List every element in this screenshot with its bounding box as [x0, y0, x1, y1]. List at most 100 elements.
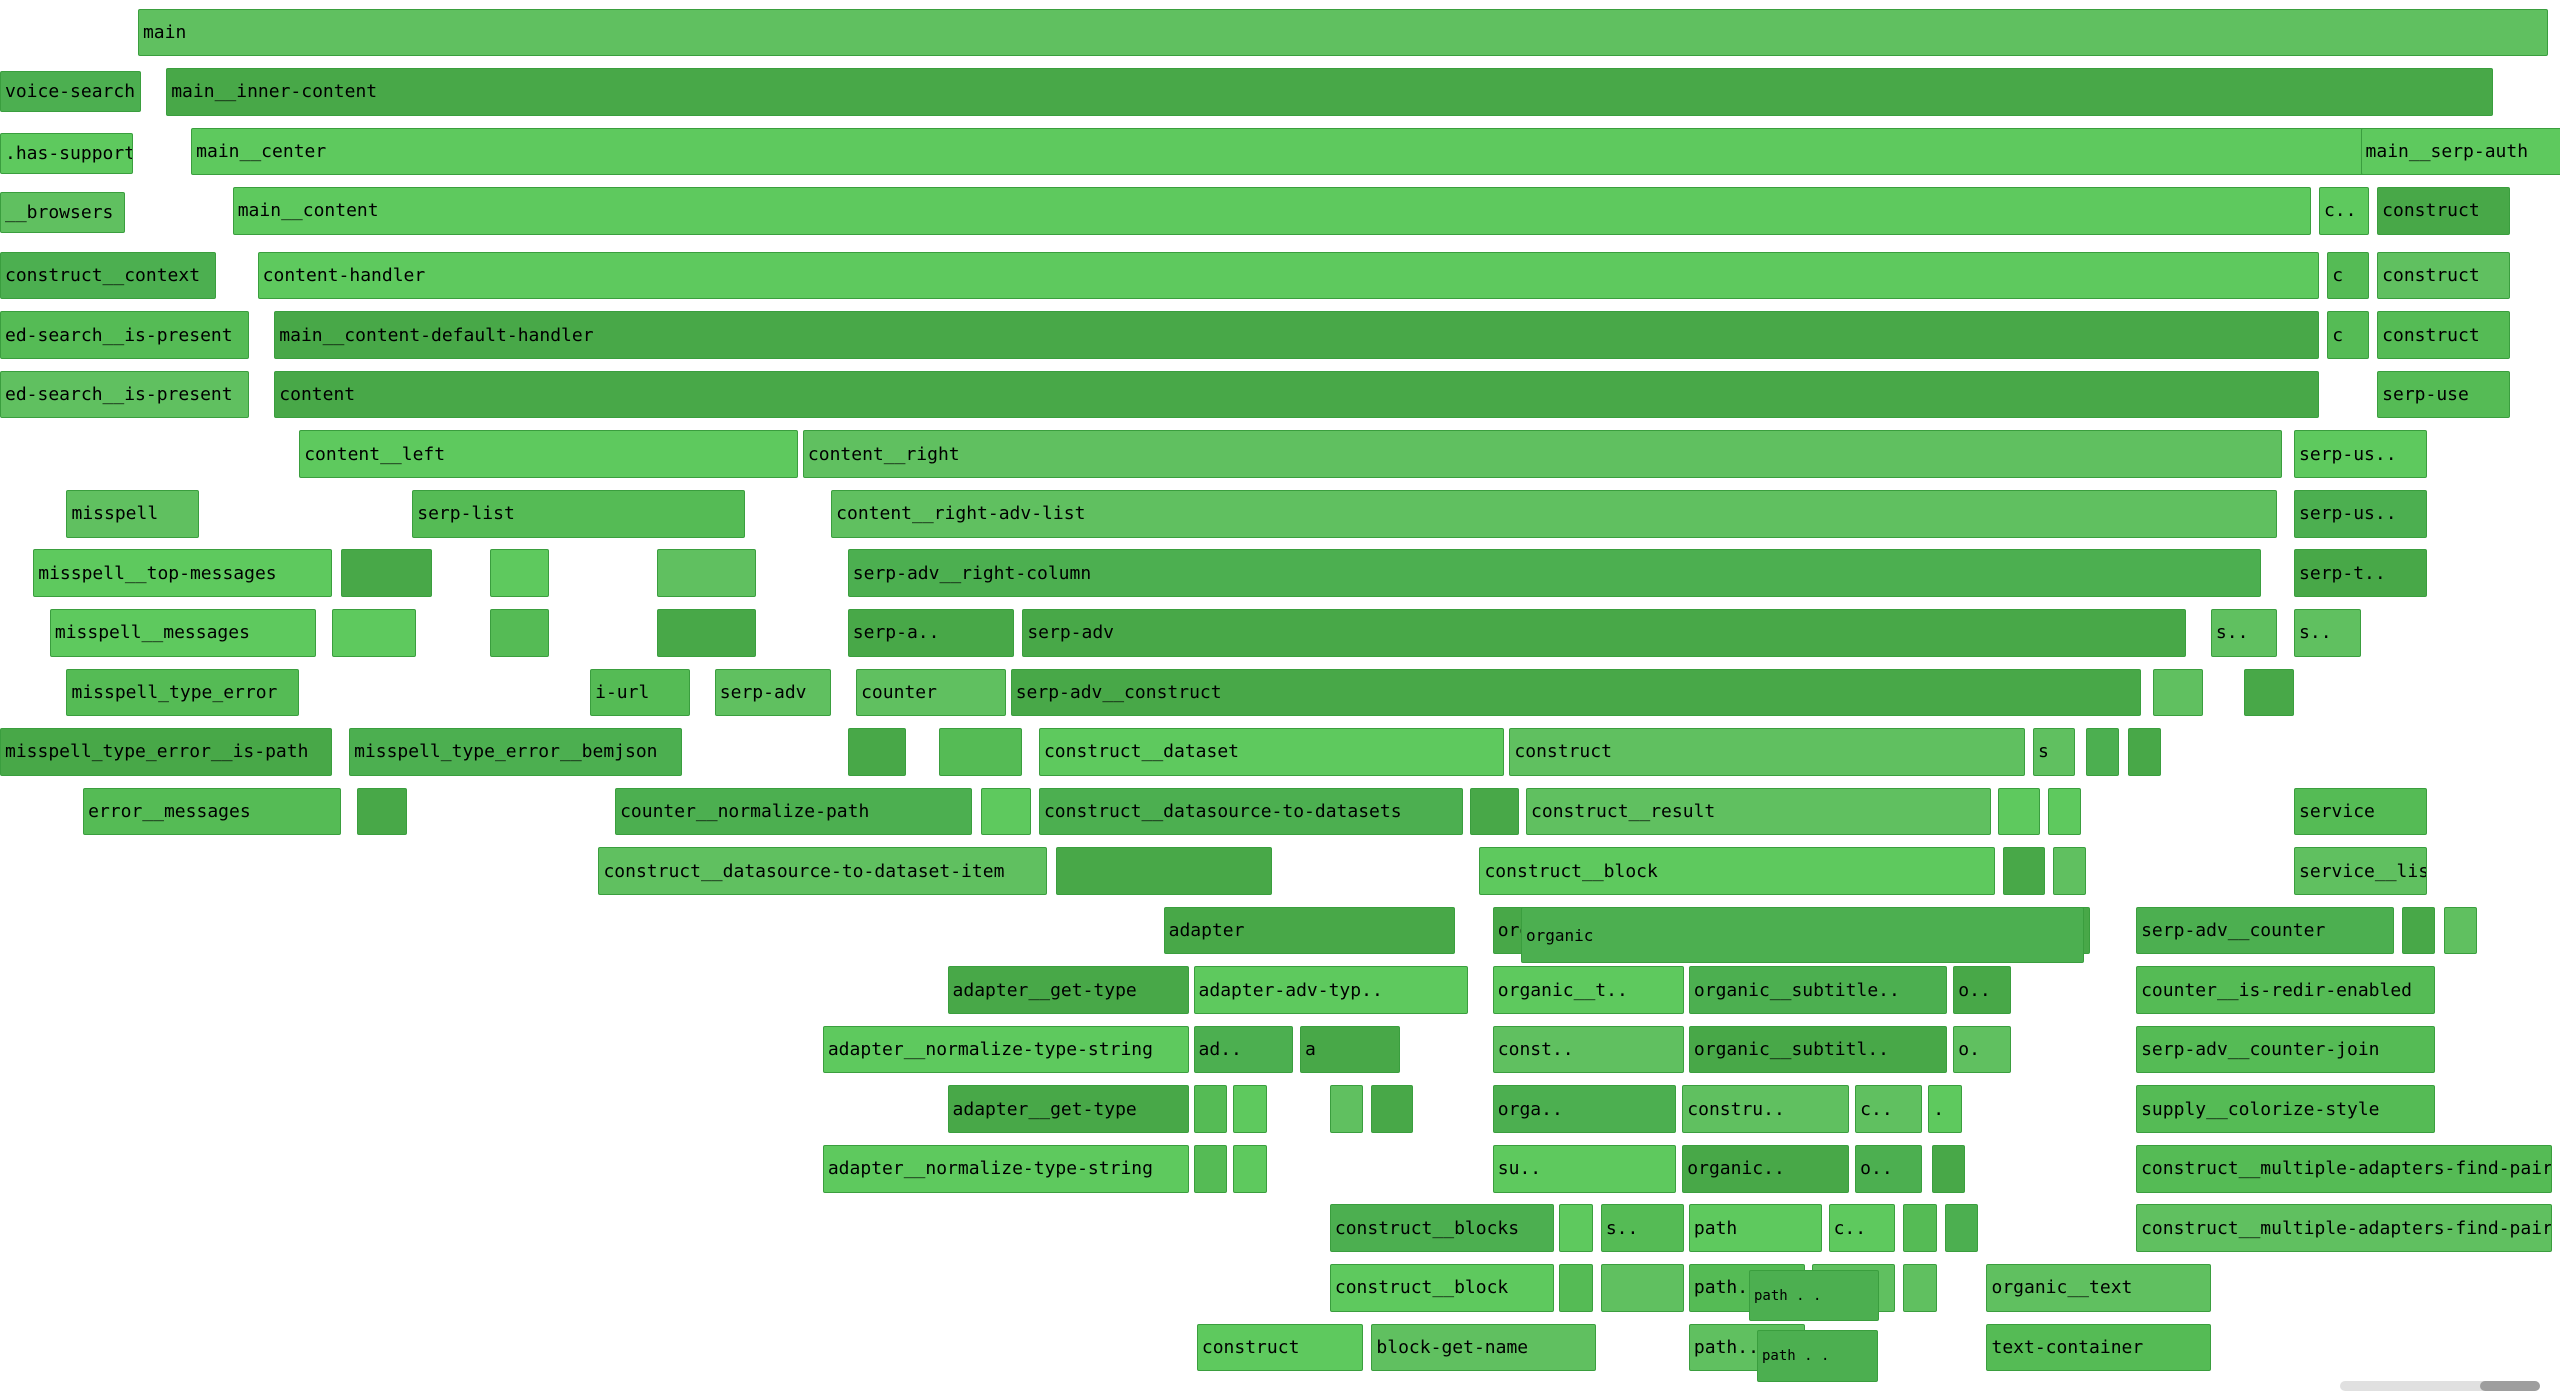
- tree-node-serp_use1: serp-use: [2377, 371, 2510, 419]
- tree-node-construct_datasource_item: construct__datasource-to-dataset-item: [598, 847, 1047, 895]
- tree-node-small_cn1: [981, 788, 1031, 836]
- tree-node-ed_search_is_present1: ed-search__is-present: [0, 311, 249, 359]
- tree-node-adapter_get_type1: adapter__get-type: [948, 966, 1189, 1014]
- tree-node-block_get_name: block-get-name: [1371, 1324, 1595, 1372]
- tree-node-constru_label: constru..: [1682, 1085, 1848, 1133]
- tree-node-has_support: .has-support: [0, 133, 133, 174]
- tree-node-c_label3: c: [2327, 311, 2369, 359]
- tree-node-service_list: service__list: [2294, 847, 2427, 895]
- tree-node-serp_adv_construct: serp-adv__construct: [1011, 669, 2141, 717]
- tree-node-counter: counter: [856, 669, 1006, 717]
- tree-node-supply_colorize: supply__colorize-style: [2136, 1085, 2435, 1133]
- tree-node-small_ag4: [1371, 1085, 1413, 1133]
- tree-node-small_di1: [1056, 847, 1272, 895]
- tree-node-c_label_b: c..: [1829, 1204, 1895, 1252]
- tree-node-organic_label2: organic..: [1682, 1145, 1848, 1193]
- tree-node-organic_subtitl: organic__subtitl..: [1689, 1026, 1947, 1074]
- tree-node-construct_c: construct: [1509, 728, 2024, 776]
- tree-node-construct3b: construct: [1197, 1324, 1363, 1372]
- tree-node-o_label1: o..: [1953, 966, 2011, 1014]
- tree-node-c_label_small: c..: [1855, 1085, 1921, 1133]
- tree-node-c_label2: c: [2327, 252, 2369, 300]
- tree-node-small_cb3: [1559, 1264, 1592, 1312]
- tree-node-text_container: text-container: [1986, 1324, 2210, 1372]
- tree-node-small_cr2: [2048, 788, 2081, 836]
- tree-node-path_label1: path: [1689, 1204, 1822, 1252]
- tree-node-o_label2: o.: [1953, 1026, 2011, 1074]
- tree-node-dot_label: .: [1928, 1085, 1961, 1133]
- tree-node-small_ag3: [1330, 1085, 1363, 1133]
- tree-node-small_ac1: [2402, 907, 2435, 955]
- tree-node-organic_text: organic__text: [1986, 1264, 2210, 1312]
- tree-node-misspell_type_error: misspell_type_error: [66, 669, 299, 717]
- tree-node-adapter: adapter: [1164, 907, 1455, 955]
- tree-node-misspell_messages: misspell__messages: [50, 609, 316, 657]
- tree-node-small_r1: [2153, 669, 2203, 717]
- tree-node-main_center: main__center: [191, 128, 2452, 176]
- tree-node-small_b1: [848, 728, 906, 776]
- tree-node-counter_is_redir: counter__is-redir-enabled: [2136, 966, 2435, 1014]
- tree-node-construct_datasource: construct__datasource-to-datasets: [1039, 788, 1463, 836]
- tree-node-misspell_type_error_is_path: misspell_type_error__is-path: [0, 728, 332, 776]
- tree-node-construct_block2: construct__block: [1330, 1264, 1554, 1312]
- tree-node-small_e1: [357, 788, 407, 836]
- tree-node-construct_block1: construct__block: [1479, 847, 1994, 895]
- tree-node-content_left: content__left: [299, 430, 798, 478]
- tree-node-ad_label: ad..: [1194, 1026, 1294, 1074]
- tree-node-small_cd1: [1470, 788, 1520, 836]
- tree-node-small_block2: [490, 549, 548, 597]
- tree-node-orga_label: orga..: [1493, 1085, 1676, 1133]
- tree-node-main_content: main__content: [233, 187, 2311, 235]
- tree-node-serp_adv_right_column: serp-adv__right-column: [848, 549, 2261, 597]
- tree-node-small_m2: [490, 609, 548, 657]
- tree-node-main: main: [138, 9, 2548, 57]
- tree-node-voice_search: voice-search: [0, 71, 141, 112]
- path-dots-node-1: path . .: [1749, 1270, 1879, 1321]
- tree-node-main_inner_content: main__inner-content: [166, 68, 2493, 116]
- tree-node-serp_adv2: serp-adv: [715, 669, 831, 717]
- tree-node-construct1: construct: [2377, 187, 2510, 235]
- tree-node-serp_use2: serp-us..: [2294, 430, 2427, 478]
- tree-node-content: content: [274, 371, 2319, 419]
- tree-node-small_l1: [1903, 1264, 1936, 1312]
- tree-node-a_label: a: [1300, 1026, 1400, 1074]
- tree-node-o_label3: o..: [1855, 1145, 1921, 1193]
- tree-node-small_b_1: [1903, 1204, 1936, 1252]
- tree-node-adapter_normalize2: adapter__normalize-type-string: [823, 1145, 1189, 1193]
- tree-node-s_single: s: [2033, 728, 2075, 776]
- tree-node-small_an1: [1194, 1145, 1227, 1193]
- tree-node-counter_normalize_path: counter__normalize-path: [615, 788, 972, 836]
- tree-node-small_block1: [341, 549, 432, 597]
- tree-node-c_label1: c..: [2319, 187, 2369, 235]
- tree-node-small_ag2: [1233, 1085, 1266, 1133]
- tree-visualization: main main__inner-content voice-search main_…: [0, 0, 2560, 1395]
- tree-node-small_block3: [657, 549, 757, 597]
- tree-node-misspell_top_messages: misspell__top-messages: [33, 549, 332, 597]
- tree-node-small_c1: [2086, 728, 2119, 776]
- tree-node-small_an2: [1233, 1145, 1266, 1193]
- scrollbar-track[interactable]: [2340, 1381, 2540, 1391]
- tree-node-small_m1: [332, 609, 415, 657]
- tree-node-error_messages: error__messages: [83, 788, 341, 836]
- tree-node-misspell: misspell: [66, 490, 199, 538]
- tree-node-serp_a: serp-a..: [848, 609, 1014, 657]
- tree-node-construct_multiple1: construct__multiple-adapters-find-pair-w…: [2136, 1145, 2552, 1193]
- tree-node-small_ao1: [1932, 1145, 1965, 1193]
- tree-node-s_label1: s..: [2211, 609, 2277, 657]
- tree-node-s_blocks: s..: [1601, 1204, 1684, 1252]
- tree-node-serp_adv_counter_join: serp-adv__counter-join: [2136, 1026, 2435, 1074]
- tree-node-serp_adv: serp-adv: [1022, 609, 2186, 657]
- tree-node-organic_subtitle1: organic__subtitle..: [1689, 966, 1947, 1014]
- tree-node-small_cb1: [2003, 847, 2045, 895]
- tree-node-construct_dataset: construct__dataset: [1039, 728, 1504, 776]
- scrollbar-thumb[interactable]: [2480, 1381, 2540, 1391]
- tree-node-small_r2: [2244, 669, 2294, 717]
- tree-node-main_content_default_handler: main__content-default-handler: [274, 311, 2319, 359]
- tree-node-const1: const..: [1493, 1026, 1684, 1074]
- tree-node-small_b_2: [1945, 1204, 1978, 1252]
- tree-node-su_label: su..: [1493, 1145, 1676, 1193]
- tree-node-small_ac2: [2444, 907, 2477, 955]
- tree-node-small_c2: [2128, 728, 2161, 776]
- tree-node-construct_result: construct__result: [1526, 788, 1991, 836]
- tree-node-construct_context: construct__context: [0, 252, 216, 300]
